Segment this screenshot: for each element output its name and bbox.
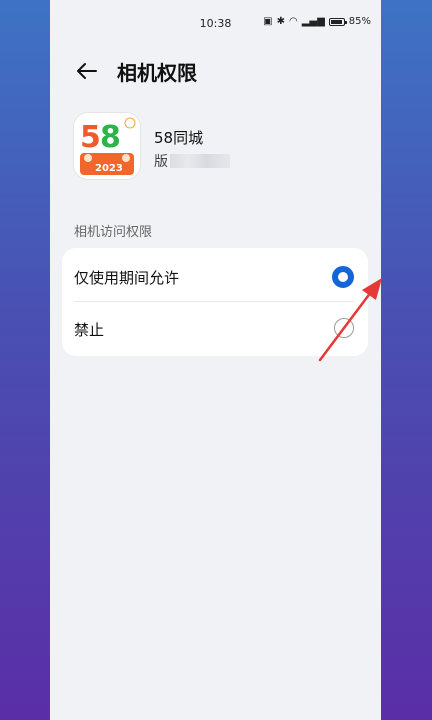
status-bar: 10:38 ▣ ✱ ◠ ▂▄▆ 85% — [50, 0, 381, 44]
app-icon: 5 8 2023 — [74, 113, 140, 179]
permission-options-card: 仅使用期间允许 禁止 — [62, 248, 368, 356]
nfc-icon: ▣ — [263, 16, 273, 27]
phone-screen: 10:38 ▣ ✱ ◠ ▂▄▆ 85% 相机权限 5 8 2023 58同城 版… — [50, 0, 382, 720]
status-icons: ▣ ✱ ◠ ▂▄▆ 85% — [263, 16, 371, 27]
wifi-icon: ◠ — [288, 16, 298, 27]
back-arrow-icon[interactable] — [72, 56, 102, 86]
header: 相机权限 — [50, 50, 381, 90]
app-icon-year: 2023 — [95, 163, 123, 174]
app-icon-five: 5 — [80, 120, 101, 155]
radio-unselected-icon[interactable] — [334, 318, 354, 338]
version-label: 版 — [154, 154, 168, 170]
signal-icon: ▂▄▆ — [301, 16, 325, 27]
app-info: 5 8 2023 58同城 版 — [74, 113, 354, 183]
version-row: 版 — [154, 151, 230, 171]
bluetooth-icon: ✱ — [276, 16, 285, 27]
option-label: 禁止 — [74, 321, 105, 339]
app-name: 58同城 — [154, 129, 204, 147]
app-icon-eight: 8 — [100, 120, 121, 155]
section-title: 相机访问权限 — [74, 225, 153, 240]
battery-icon — [328, 17, 347, 26]
page-title: 相机权限 — [117, 61, 197, 85]
option-deny[interactable]: 禁止 — [62, 302, 368, 354]
option-allow-while-using[interactable]: 仅使用期间允许 — [62, 250, 368, 302]
option-label: 仅使用期间允许 — [74, 269, 180, 287]
battery-percent: 85% — [348, 16, 371, 27]
version-redacted — [170, 154, 230, 168]
radio-selected-icon[interactable] — [332, 266, 354, 288]
